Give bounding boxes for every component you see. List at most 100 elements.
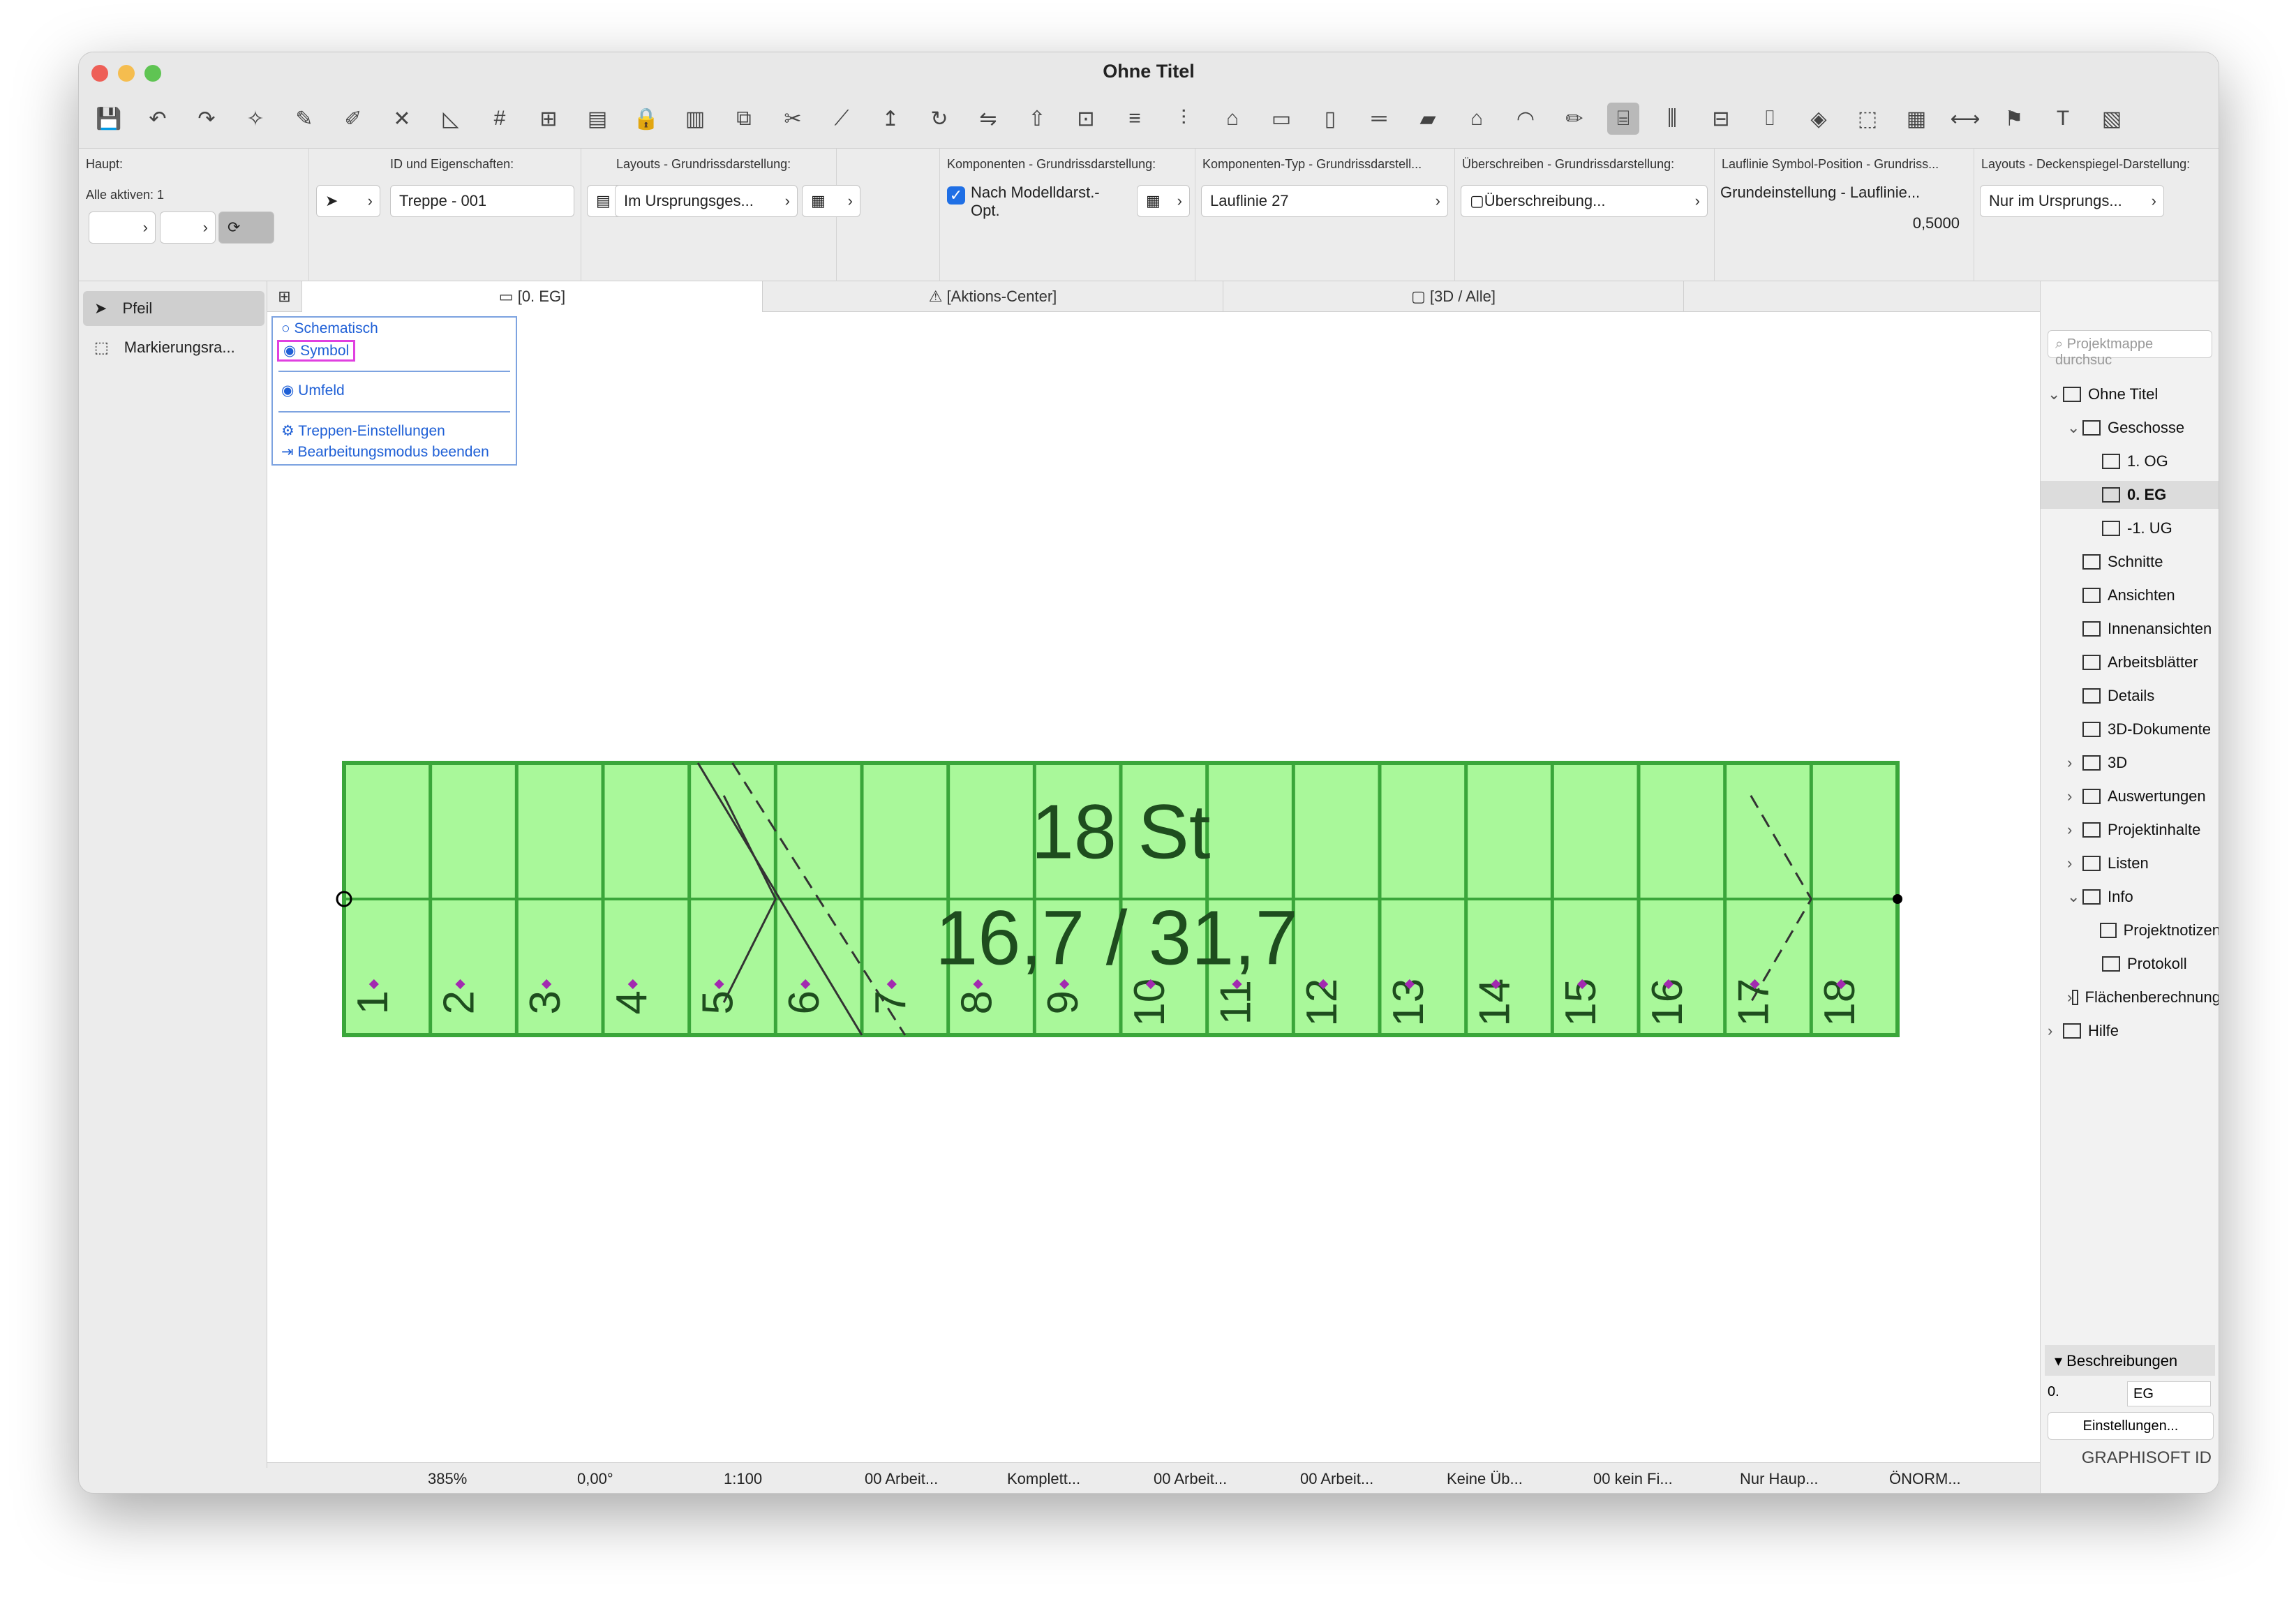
- zoom-value[interactable]: 385%: [428, 1470, 467, 1488]
- door-icon[interactable]: ⌷: [1754, 103, 1786, 135]
- nav-item[interactable]: Protokoll: [2041, 950, 2219, 978]
- lock-icon[interactable]: 🔒: [630, 103, 662, 135]
- elevate-icon[interactable]: ⇧: [1021, 103, 1053, 135]
- lauflinie-value[interactable]: Grundeinstellung - Lauflinie...: [1720, 184, 1920, 202]
- graphisoft-id[interactable]: GRAPHISOFT ID: [2082, 1448, 2212, 1468]
- model-view[interactable]: Komplett...: [1007, 1470, 1080, 1488]
- chevron-icon[interactable]: ›: [2067, 754, 2082, 772]
- mesh-icon[interactable]: ▦: [1900, 103, 1932, 135]
- wall-icon[interactable]: ▭: [1265, 103, 1297, 135]
- arrow-tool-button[interactable]: ➤ ›: [316, 185, 380, 217]
- menu-umfeld[interactable]: ◉ Umfeld: [281, 382, 345, 399]
- pen-set[interactable]: 00 Arbeit...: [1154, 1470, 1227, 1488]
- view-options[interactable]: 00 Arbeit...: [1300, 1470, 1373, 1488]
- rotate-icon[interactable]: ↻: [923, 103, 955, 135]
- chevron-icon[interactable]: ›: [2067, 854, 2082, 872]
- nav-item[interactable]: Ansichten: [2041, 581, 2219, 609]
- distribute-icon[interactable]: ⫶: [1168, 103, 1200, 135]
- lauflinie-number[interactable]: 0,5000: [1913, 214, 1960, 232]
- rotate-button[interactable]: ⟳: [218, 211, 274, 244]
- dimension-standard[interactable]: ÖNORM...: [1889, 1470, 1961, 1488]
- nav-item[interactable]: › Projektinhalte: [2041, 816, 2219, 844]
- menu-treppen-einstellungen[interactable]: ⚙ Treppen-Einstellungen: [281, 422, 445, 440]
- marquee-mode-select[interactable]: ›: [89, 211, 156, 244]
- ruler-icon[interactable]: ◺: [435, 103, 467, 135]
- chevron-icon[interactable]: ›: [2067, 787, 2082, 805]
- group-icon[interactable]: ⧉: [728, 103, 760, 135]
- align-icon[interactable]: ≡: [1119, 103, 1151, 135]
- arrow-tool[interactable]: ➤ Pfeil: [83, 291, 264, 326]
- chevron-icon[interactable]: ⌄: [2067, 888, 2082, 906]
- tab-grid-button[interactable]: ⊞: [267, 281, 302, 312]
- nav-item[interactable]: › Flächenberechnung: [2041, 983, 2219, 1011]
- nav-item[interactable]: Innenansichten: [2041, 615, 2219, 643]
- chevron-icon[interactable]: ›: [2067, 821, 2082, 839]
- structure-display[interactable]: Nur Haup...: [1740, 1470, 1819, 1488]
- grid-snap-icon[interactable]: ⊞: [532, 103, 565, 135]
- einstellungen-button[interactable]: Einstellungen...: [2048, 1412, 2214, 1440]
- nav-item[interactable]: › Listen: [2041, 849, 2219, 877]
- nav-item[interactable]: 1. OG: [2041, 447, 2219, 475]
- railing-icon[interactable]: ⫼: [1656, 103, 1688, 135]
- beam-icon[interactable]: ═: [1363, 103, 1395, 135]
- tab-aktions-center[interactable]: ⚠ [Aktions-Center]: [763, 281, 1223, 312]
- nav-item[interactable]: Details: [2041, 682, 2219, 710]
- layouts-option-button[interactable]: ▦ ›: [802, 185, 860, 217]
- chevron-icon[interactable]: ⌄: [2048, 385, 2063, 403]
- split-icon[interactable]: ⟋: [826, 103, 858, 135]
- komponenten-checkbox[interactable]: ✓: [947, 186, 965, 205]
- layers-icon[interactable]: ▤: [581, 103, 613, 135]
- dimension-icon[interactable]: ⟷: [1949, 103, 1981, 135]
- plan-canvas[interactable]: 18 St 16,7 / 31,7 1 2 3 4 5 6 7 8 9 10 11 12 13 14 15 16 1…: [267, 312, 2040, 1462]
- slab-icon[interactable]: ▰: [1412, 103, 1444, 135]
- object-icon[interactable]: ◈: [1803, 103, 1835, 135]
- measure-icon[interactable]: ✏: [1558, 103, 1590, 135]
- stair-plan[interactable]: 18 St16,7 / 31,71 2 3 4 5 6 7 8 9 10 11 12 13 14 15 16 1…: [267, 312, 2040, 1462]
- fill-icon[interactable]: ▧: [2096, 103, 2128, 135]
- nav-item[interactable]: 0. EG: [2041, 481, 2219, 509]
- nav-item[interactable]: ⌄ Ohne Titel: [2041, 380, 2219, 408]
- window-icon[interactable]: ⊟: [1705, 103, 1737, 135]
- save-icon[interactable]: 💾: [93, 103, 125, 135]
- redo-icon[interactable]: ↷: [191, 103, 223, 135]
- mirror-icon[interactable]: ⇋: [972, 103, 1004, 135]
- nav-item[interactable]: ⌄ Geschosse: [2041, 414, 2219, 442]
- nav-item[interactable]: Projektnotizen: [2041, 916, 2219, 944]
- layouts-select[interactable]: Im Ursprungsges... ›: [615, 185, 798, 217]
- column-icon[interactable]: ▯: [1314, 103, 1346, 135]
- zone-icon[interactable]: ⬚: [1851, 103, 1884, 135]
- menu-bearbeitungsmodus-beenden[interactable]: ⇥ Bearbeitungsmodus beenden: [281, 443, 489, 461]
- move-icon[interactable]: ↥: [874, 103, 907, 135]
- nav-item[interactable]: -1. UG: [2041, 514, 2219, 542]
- undo-icon[interactable]: ↶: [142, 103, 174, 135]
- menu-schematisch[interactable]: ○ Schematisch: [281, 320, 378, 337]
- angle-value[interactable]: 0,00°: [577, 1470, 613, 1488]
- label-icon[interactable]: ⚑: [1998, 103, 2030, 135]
- tab-0-eg[interactable]: ▭ [0. EG]: [302, 281, 763, 312]
- offset-icon[interactable]: ⊡: [1070, 103, 1102, 135]
- text-icon[interactable]: T: [2047, 103, 2079, 135]
- grid-icon[interactable]: #: [484, 103, 516, 135]
- desc-value[interactable]: EG: [2127, 1381, 2211, 1406]
- renovation-icon[interactable]: ▥: [679, 103, 711, 135]
- shell-icon[interactable]: ◠: [1509, 103, 1542, 135]
- selection-mode-select[interactable]: ›: [160, 211, 216, 244]
- magic-wand-icon[interactable]: ✧: [239, 103, 271, 135]
- roof-icon[interactable]: ⌂: [1461, 103, 1493, 135]
- inject-icon[interactable]: ✐: [337, 103, 369, 135]
- chevron-icon[interactable]: ⌄: [2067, 419, 2082, 437]
- menu-symbol[interactable]: ◉ Symbol: [277, 340, 356, 362]
- nav-item[interactable]: 3D-Dokumente: [2041, 715, 2219, 743]
- snap-guide-icon[interactable]: ✕: [386, 103, 418, 135]
- renovation-filter[interactable]: 00 kein Fi...: [1593, 1470, 1673, 1488]
- chevron-icon[interactable]: ›: [2067, 988, 2072, 1007]
- komponenten-typ-select[interactable]: Lauflinie 27 ›: [1201, 185, 1448, 217]
- trim-icon[interactable]: ✂: [777, 103, 809, 135]
- beschreibungen-header[interactable]: ▾ Beschreibungen: [2045, 1345, 2215, 1376]
- ueberschreiben-select[interactable]: ▢ Überschreibung... ›: [1461, 185, 1708, 217]
- stair-icon[interactable]: ⌸: [1607, 103, 1639, 135]
- nav-item[interactable]: ⌄ Info: [2041, 883, 2219, 911]
- komponenten-option-button[interactable]: ▦ ›: [1137, 185, 1190, 217]
- nav-item[interactable]: › Auswertungen: [2041, 782, 2219, 810]
- nav-item[interactable]: Arbeitsblätter: [2041, 648, 2219, 676]
